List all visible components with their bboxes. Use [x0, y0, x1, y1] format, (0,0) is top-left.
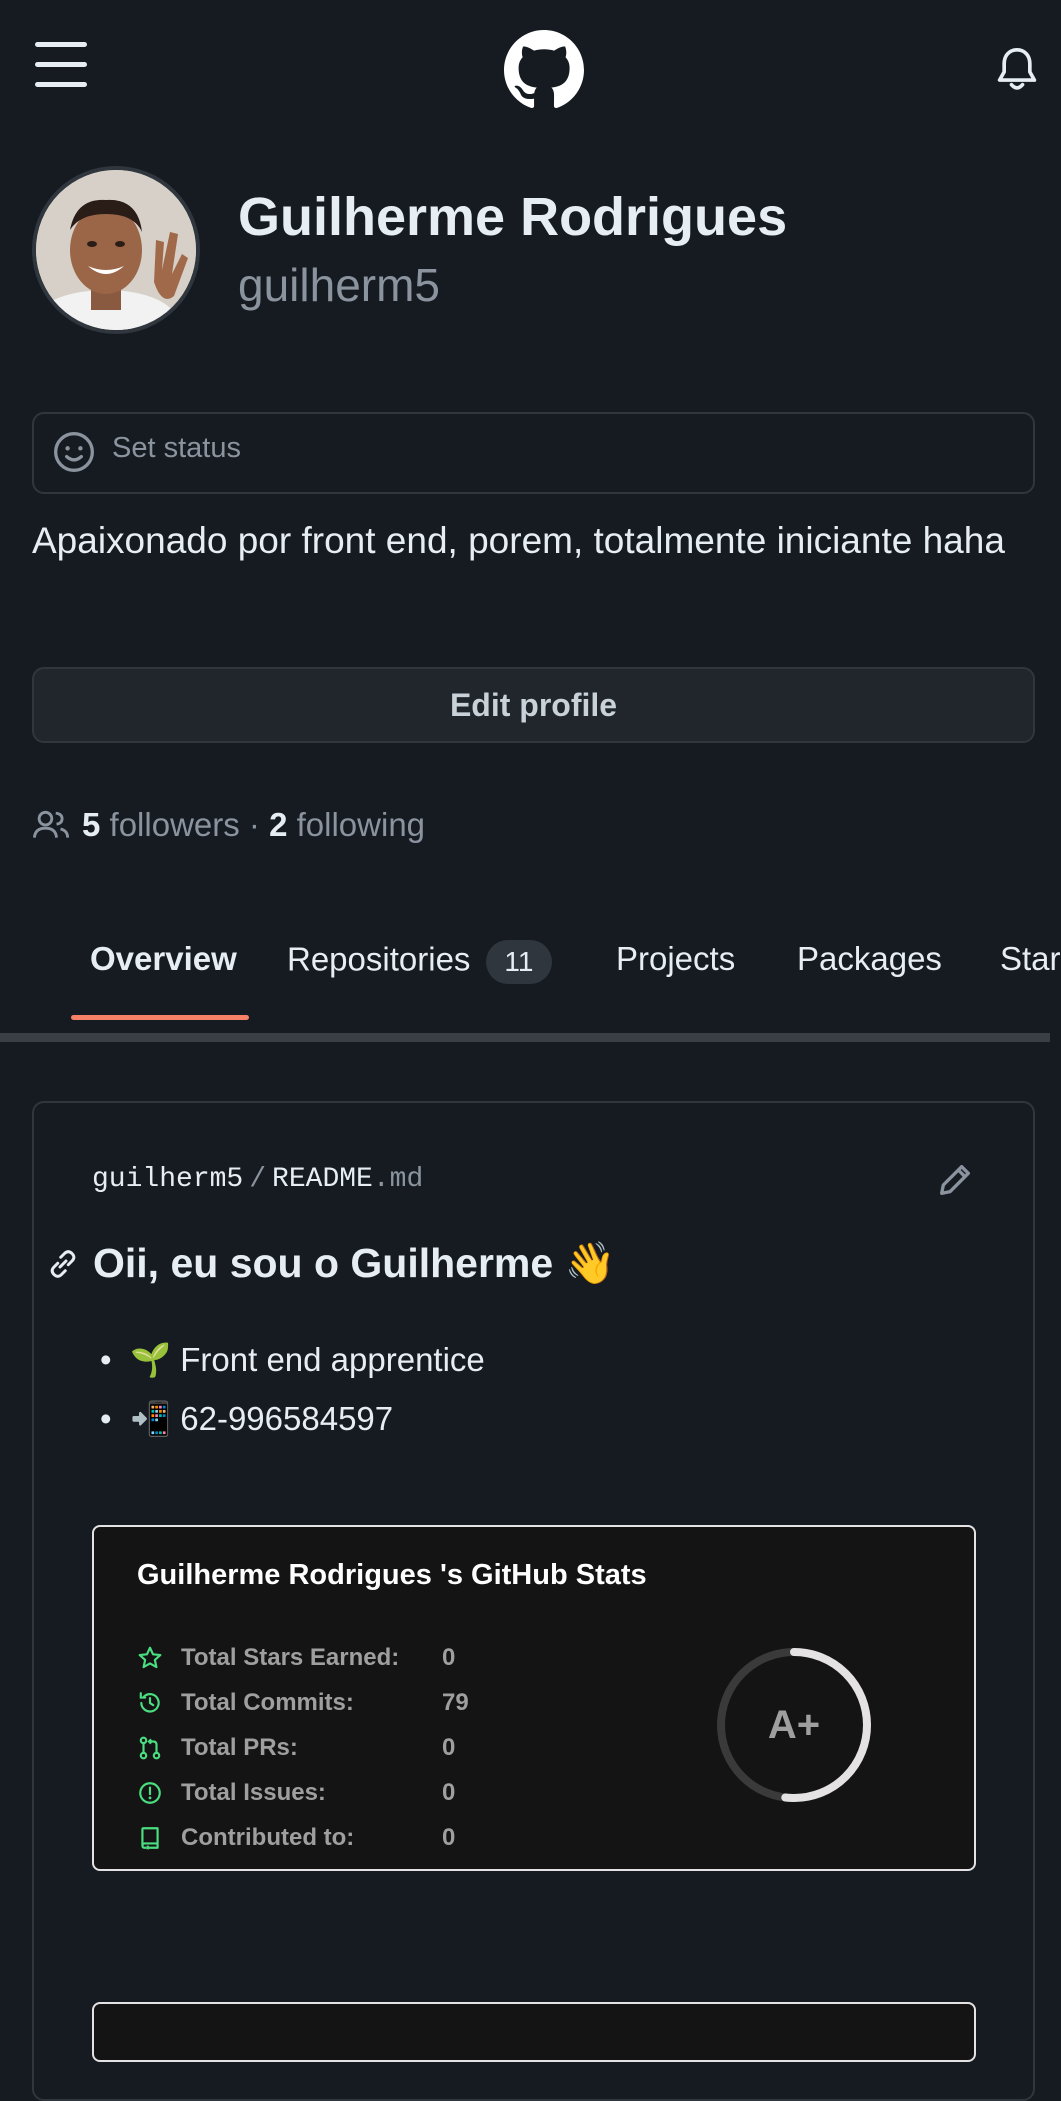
- tab-repositories[interactable]: Repositories 11: [287, 940, 552, 984]
- repositories-counter: 11: [486, 940, 552, 984]
- tab-projects[interactable]: Projects: [616, 940, 735, 978]
- profile-name: Guilherme Rodrigues: [238, 187, 788, 247]
- stats-value: 0: [442, 1644, 456, 1671]
- repo-icon: [141, 1827, 159, 1850]
- stats-label: Total Issues:: [181, 1779, 326, 1806]
- readme-heading: Oii, eu sou o Guilherme 👋: [45, 1240, 616, 1288]
- stats-label: Total PRs:: [181, 1734, 298, 1761]
- star-icon: [138, 1646, 162, 1669]
- rank-ring: A+: [717, 1648, 871, 1802]
- tab-projects-label: Projects: [616, 940, 736, 977]
- stats-title: Guilherme Rodrigues 's GitHub Stats: [137, 1559, 647, 1591]
- stats-row-stars: Total Stars Earned: 0: [137, 1638, 455, 1678]
- follow-separator: ·: [248, 806, 260, 843]
- pencil-icon[interactable]: [935, 1160, 975, 1200]
- stats-row-contributed: Contributed to: 0: [137, 1818, 455, 1858]
- profile-username: guilherm5: [238, 259, 440, 311]
- hamburger-icon[interactable]: [35, 42, 87, 88]
- stats-value: 0: [442, 1779, 456, 1806]
- stats-row-commits: Total Commits: 79: [137, 1683, 469, 1723]
- people-icon: [32, 810, 70, 838]
- following-count[interactable]: 2: [269, 806, 287, 844]
- rank-grade: A+: [768, 1703, 820, 1747]
- profile-bio: Apaixonado por front end, porem, totalme…: [32, 520, 1005, 561]
- stats-row-prs: Total PRs: 0: [137, 1728, 455, 1768]
- list-item: 📲 62-996584597: [100, 1389, 485, 1448]
- pull-request-icon: [139, 1736, 161, 1760]
- tab-overview-label: Overview: [90, 940, 237, 977]
- readme-owner-link[interactable]: guilherm5: [92, 1164, 243, 1195]
- readme-heading-text: Oii, eu sou o Guilherme 👋: [93, 1240, 616, 1286]
- avatar[interactable]: [32, 166, 200, 334]
- profile-tabs: Overview Repositories 11 Projects Package…: [0, 920, 1061, 1030]
- tabs-divider: [0, 1033, 1050, 1042]
- active-tab-indicator: [71, 1015, 249, 1020]
- stats-value: 79: [442, 1689, 469, 1716]
- github-logo[interactable]: [504, 30, 584, 110]
- stats-value: 0: [442, 1734, 456, 1761]
- tab-overview[interactable]: Overview: [90, 940, 237, 978]
- tab-stars[interactable]: Stars: [1000, 940, 1061, 978]
- stats-value: 0: [442, 1824, 456, 1851]
- link-icon[interactable]: [45, 1246, 81, 1282]
- stats-label: Total Commits:: [181, 1689, 354, 1716]
- path-separator: /: [249, 1164, 267, 1195]
- bell-icon[interactable]: [995, 46, 1039, 94]
- followers-link[interactable]: followers: [110, 806, 240, 844]
- issue-icon: [139, 1782, 161, 1804]
- followers-count[interactable]: 5: [82, 806, 100, 844]
- stats-label: Total Stars Earned:: [181, 1644, 400, 1671]
- tab-packages-label: Packages: [797, 940, 942, 977]
- readme-file-name[interactable]: README: [272, 1164, 373, 1195]
- set-status-button[interactable]: Set status: [32, 412, 1035, 494]
- readme-path: guilherm5/README.md: [92, 1164, 423, 1195]
- readme-file-extension: .md: [372, 1164, 424, 1195]
- tab-stars-label: Stars: [1000, 940, 1061, 977]
- list-item: 🌱 Front end apprentice: [100, 1330, 485, 1389]
- readme-list: 🌱 Front end apprentice 📲 62-996584597: [100, 1330, 485, 1448]
- set-status-label: Set status: [112, 432, 241, 464]
- edit-profile-button[interactable]: Edit profile: [32, 667, 1035, 743]
- smiley-icon: [54, 432, 94, 472]
- history-icon: [139, 1692, 160, 1713]
- follow-stats: 5 followers · 2 following: [32, 800, 425, 850]
- stats-row-issues: Total Issues: 0: [137, 1773, 455, 1813]
- avatar-photo: [36, 170, 196, 330]
- second-stats-card[interactable]: [92, 2002, 976, 2062]
- following-link[interactable]: following: [297, 806, 425, 844]
- tab-repositories-label: Repositories: [287, 940, 471, 978]
- github-stats-card[interactable]: Guilherme Rodrigues 's GitHub Stats Tota…: [92, 1525, 976, 1871]
- tab-packages[interactable]: Packages: [797, 940, 942, 978]
- stats-label: Contributed to:: [181, 1824, 355, 1851]
